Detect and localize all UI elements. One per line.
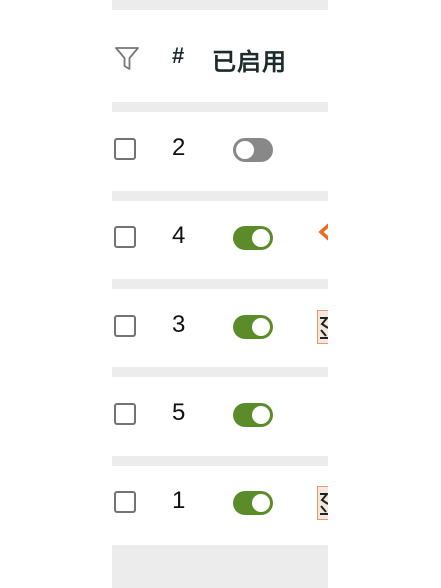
enabled-toggle[interactable] — [233, 315, 273, 339]
row-checkbox[interactable] — [114, 315, 136, 337]
row-checkbox[interactable] — [114, 403, 136, 425]
table-row[interactable]: 5 — [112, 399, 328, 484]
thumbnail-image[interactable] — [317, 486, 328, 520]
toggle-knob — [252, 318, 270, 336]
list-footer — [112, 545, 328, 588]
row-number: 1 — [172, 487, 186, 514]
top-separator — [112, 0, 328, 10]
column-header-enabled[interactable]: 已启用 — [212, 42, 287, 77]
row-number: 4 — [172, 222, 186, 249]
filter-icon[interactable] — [114, 44, 140, 72]
toggle-knob — [252, 406, 270, 424]
table-row[interactable]: 4 — [112, 222, 328, 307]
table-row[interactable]: 3 — [112, 310, 328, 396]
rule-list-panel: # 已启用 2 4 3 5 1 — [112, 0, 328, 588]
row-checkbox[interactable] — [114, 226, 136, 248]
row-number: 3 — [172, 311, 186, 338]
enabled-toggle[interactable] — [233, 226, 273, 250]
enabled-toggle[interactable] — [233, 138, 273, 162]
row-number: 2 — [172, 134, 186, 161]
chevron-left-icon[interactable] — [317, 221, 328, 255]
toggle-knob — [236, 141, 254, 159]
column-header-number[interactable]: # — [172, 43, 184, 69]
row-checkbox[interactable] — [114, 491, 136, 513]
enabled-toggle[interactable] — [233, 491, 273, 515]
table-row[interactable]: 2 — [112, 134, 328, 219]
row-number: 5 — [172, 399, 186, 426]
toggle-knob — [252, 494, 270, 512]
toggle-knob — [252, 229, 270, 247]
thumbnail-image[interactable] — [317, 310, 328, 344]
enabled-toggle[interactable] — [233, 403, 273, 427]
row-separator — [112, 102, 328, 112]
row-checkbox[interactable] — [114, 138, 136, 160]
